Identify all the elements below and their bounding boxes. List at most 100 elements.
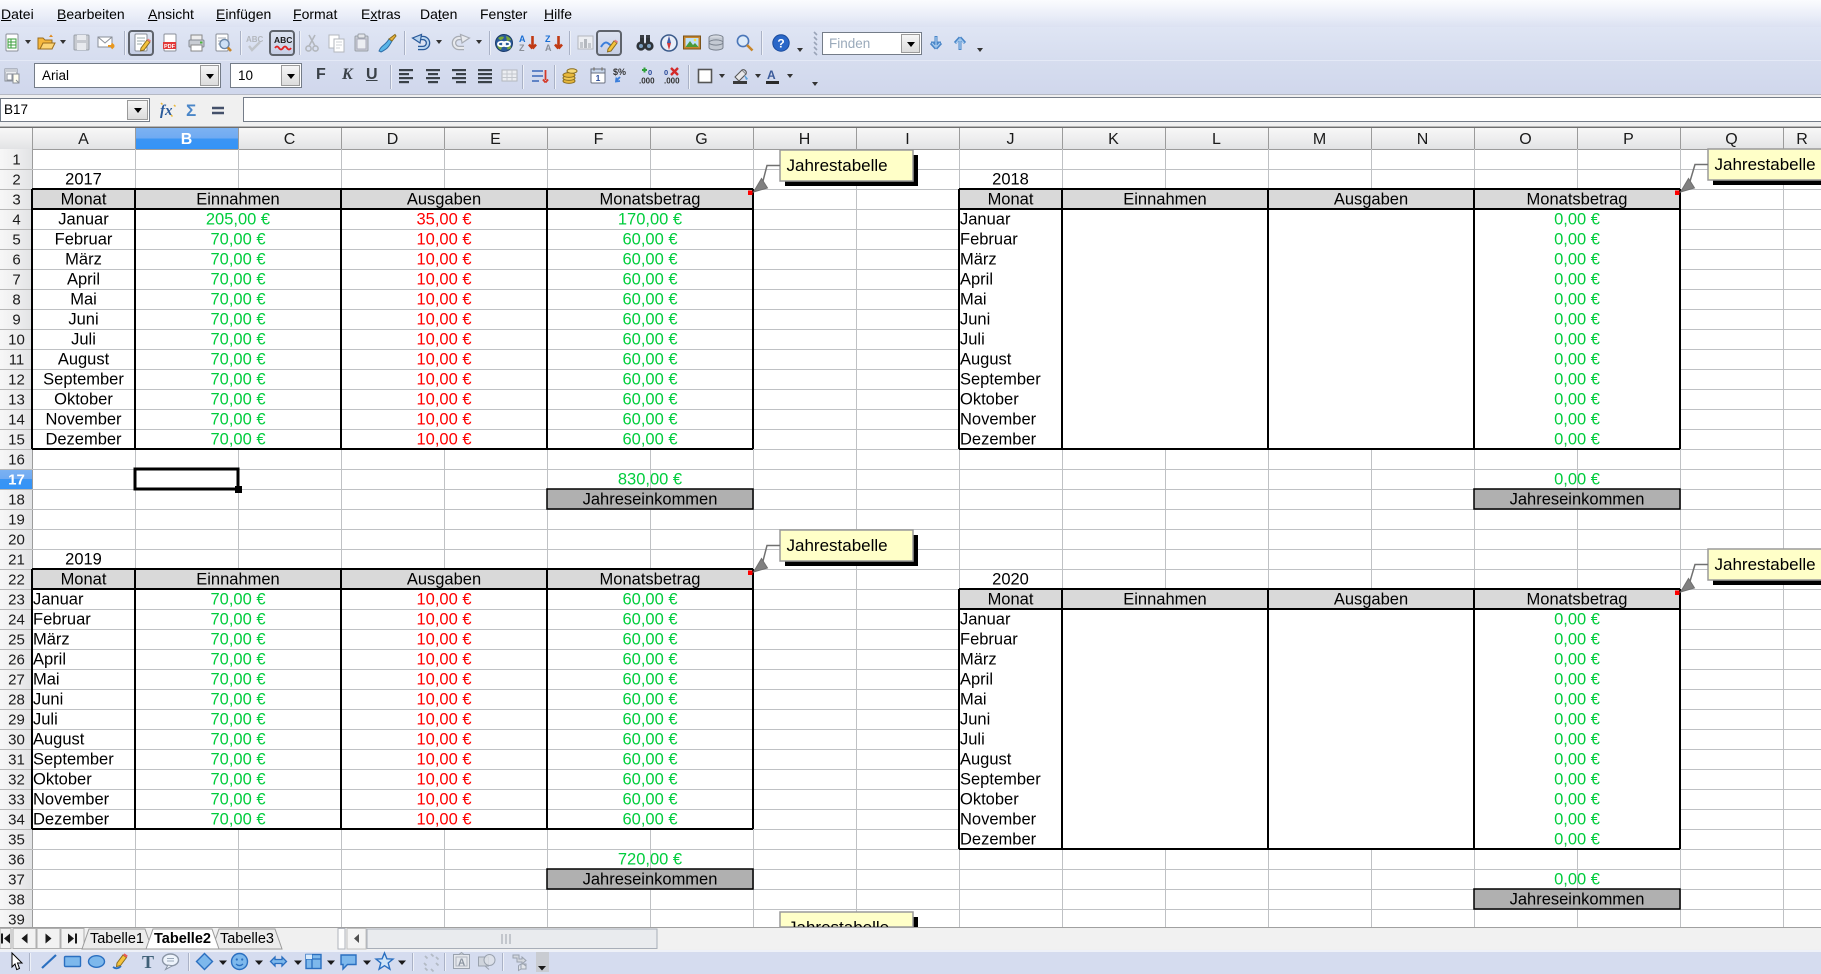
svg-text:10,00 €: 10,00 €: [416, 351, 471, 369]
svg-text:4: 4: [12, 212, 20, 229]
svg-text:Juli: Juli: [71, 331, 96, 349]
svg-text:2019: 2019: [65, 551, 102, 569]
svg-text:0,00 €: 0,00 €: [1554, 711, 1600, 729]
svg-text:Dezember: Dezember: [45, 431, 122, 449]
svg-text:0,00 €: 0,00 €: [1554, 311, 1600, 329]
svg-text:Jahreseinkommen: Jahreseinkommen: [583, 871, 718, 889]
svg-text:0,00 €: 0,00 €: [1554, 831, 1600, 849]
svg-text:Dezember: Dezember: [960, 831, 1037, 849]
svg-text:N: N: [1417, 131, 1429, 148]
svg-text:70,00 €: 70,00 €: [210, 391, 265, 409]
svg-text:Z: Z: [519, 43, 525, 53]
svg-text:September: September: [960, 771, 1041, 789]
svg-text:0,00 €: 0,00 €: [1554, 791, 1600, 809]
svg-text:PDF: PDF: [164, 44, 176, 50]
svg-text:Oktober: Oktober: [54, 391, 113, 409]
svg-text:10,00 €: 10,00 €: [416, 391, 471, 409]
svg-text:1: 1: [12, 152, 20, 169]
svg-text:70,00 €: 70,00 €: [210, 291, 265, 309]
svg-text:10,00 €: 10,00 €: [416, 591, 471, 609]
svg-text:0,00 €: 0,00 €: [1554, 271, 1600, 289]
svg-text:F: F: [594, 131, 604, 148]
svg-text:Mai: Mai: [960, 291, 987, 309]
svg-text:Monatsbetrag: Monatsbetrag: [600, 571, 701, 589]
svg-text:Jahreseinkommen: Jahreseinkommen: [1510, 491, 1645, 509]
svg-text:Jahrestabelle: Jahrestabelle: [788, 918, 889, 927]
svg-text:Dezember: Dezember: [33, 811, 110, 829]
svg-text:28: 28: [8, 692, 25, 709]
svg-text:A: A: [78, 131, 89, 148]
svg-text:0,00 €: 0,00 €: [1554, 331, 1600, 349]
svg-text:10,00 €: 10,00 €: [416, 791, 471, 809]
svg-text:7: 7: [12, 272, 20, 289]
svg-text:B: B: [181, 131, 193, 148]
svg-text:10,00 €: 10,00 €: [416, 231, 471, 249]
svg-text:0,00 €: 0,00 €: [1554, 631, 1600, 649]
svg-text:Januar: Januar: [33, 591, 84, 609]
svg-text:August: August: [960, 351, 1012, 369]
svg-text:Januar: Januar: [960, 611, 1011, 629]
svg-text:Ausgaben: Ausgaben: [1334, 591, 1408, 609]
svg-text:Juni: Juni: [33, 691, 63, 709]
svg-text:Oktober: Oktober: [960, 391, 1019, 409]
svg-text:10,00 €: 10,00 €: [416, 691, 471, 709]
svg-text:19: 19: [8, 512, 25, 529]
svg-text:Monatsbetrag: Monatsbetrag: [1527, 591, 1628, 609]
svg-text:60,00 €: 60,00 €: [622, 691, 677, 709]
svg-text:2: 2: [12, 172, 20, 189]
svg-text:10,00 €: 10,00 €: [416, 271, 471, 289]
svg-text:26: 26: [8, 652, 25, 669]
svg-text:Monat: Monat: [988, 591, 1034, 609]
svg-text:Monatsbetrag: Monatsbetrag: [600, 191, 701, 209]
svg-text:16: 16: [8, 452, 25, 469]
svg-text:Februar: Februar: [33, 611, 91, 629]
svg-text:Dezember: Dezember: [960, 431, 1037, 449]
svg-text:70,00 €: 70,00 €: [210, 651, 265, 669]
svg-text:10,00 €: 10,00 €: [416, 651, 471, 669]
svg-text:Juli: Juli: [960, 731, 985, 749]
svg-text:60,00 €: 60,00 €: [622, 671, 677, 689]
svg-text:60,00 €: 60,00 €: [622, 231, 677, 249]
svg-text:E: E: [490, 131, 501, 148]
svg-text:3: 3: [12, 192, 20, 209]
svg-text:September: September: [960, 371, 1041, 389]
svg-text:70,00 €: 70,00 €: [210, 631, 265, 649]
svg-text:20: 20: [8, 532, 25, 549]
svg-text:60,00 €: 60,00 €: [622, 591, 677, 609]
svg-text:Tabelle1: Tabelle1: [90, 931, 144, 947]
svg-text:70,00 €: 70,00 €: [210, 711, 265, 729]
svg-text:Jahreseinkommen: Jahreseinkommen: [583, 491, 718, 509]
svg-text:Jahrestabelle: Jahrestabelle: [787, 156, 888, 175]
svg-text:60,00 €: 60,00 €: [622, 411, 677, 429]
svg-text:ABC: ABC: [246, 35, 264, 44]
svg-text:0,00 €: 0,00 €: [1554, 251, 1600, 269]
svg-text:70,00 €: 70,00 €: [210, 271, 265, 289]
svg-text:2018: 2018: [992, 171, 1029, 189]
svg-text:Juni: Juni: [960, 311, 990, 329]
svg-text:70,00 €: 70,00 €: [210, 691, 265, 709]
svg-text:Monatsbetrag: Monatsbetrag: [1527, 191, 1628, 209]
svg-text:35: 35: [8, 832, 25, 849]
svg-text:Oktober: Oktober: [33, 771, 92, 789]
svg-text:K: K: [1108, 131, 1119, 148]
svg-text:Tabelle2: Tabelle2: [154, 931, 211, 947]
svg-text:0,00 €: 0,00 €: [1554, 751, 1600, 769]
svg-text:März: März: [33, 631, 70, 649]
svg-text:70,00 €: 70,00 €: [210, 231, 265, 249]
svg-text:70,00 €: 70,00 €: [210, 331, 265, 349]
svg-text:März: März: [960, 251, 997, 269]
svg-text:.000: .000: [664, 77, 680, 86]
svg-text:November: November: [960, 811, 1037, 829]
svg-text:10,00 €: 10,00 €: [416, 711, 471, 729]
svg-text:April: April: [67, 271, 100, 289]
svg-text:Juni: Juni: [960, 711, 990, 729]
svg-text:60,00 €: 60,00 €: [622, 251, 677, 269]
svg-text:Jahreseinkommen: Jahreseinkommen: [1510, 891, 1645, 909]
svg-text:Januar: Januar: [58, 211, 109, 229]
svg-text:0,00 €: 0,00 €: [1554, 231, 1600, 249]
svg-text:830,00 €: 830,00 €: [618, 471, 682, 489]
svg-text:Juli: Juli: [33, 711, 58, 729]
svg-text:14: 14: [8, 412, 25, 429]
svg-text:70,00 €: 70,00 €: [210, 311, 265, 329]
svg-text:60,00 €: 60,00 €: [622, 271, 677, 289]
